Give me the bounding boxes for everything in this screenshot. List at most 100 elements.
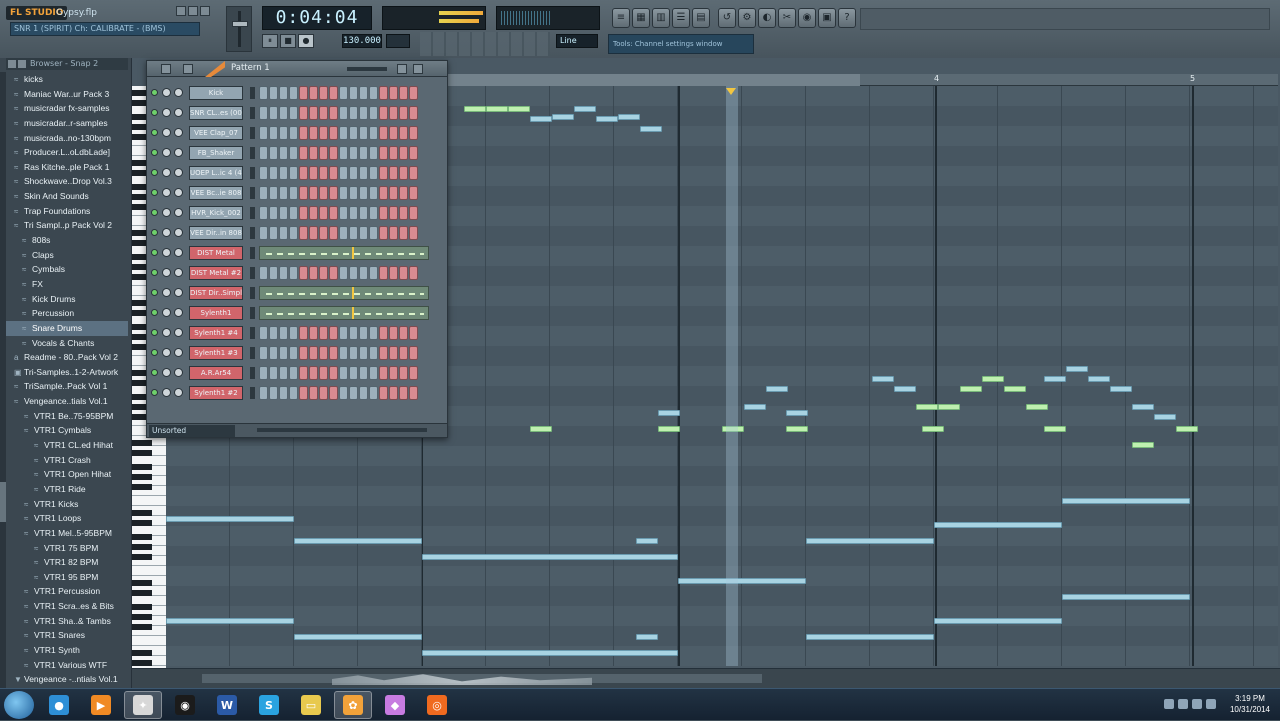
step-button[interactable] [379, 266, 388, 280]
step-button[interactable] [329, 366, 338, 380]
channel-select-toggle[interactable] [250, 147, 255, 159]
browser-item[interactable]: ≈ Vengeance..tials Vol.1 [6, 394, 128, 409]
browser-item[interactable]: ≈ VTR1 Kicks [6, 497, 128, 512]
step-button[interactable] [359, 366, 368, 380]
step-button[interactable] [259, 366, 268, 380]
step-button[interactable] [269, 326, 278, 340]
channel-volume-knob[interactable] [174, 328, 183, 337]
step-button[interactable] [389, 206, 398, 220]
piano-roll-note[interactable] [1044, 376, 1066, 382]
step-button[interactable] [319, 226, 328, 240]
browser-item[interactable]: ≈ VTR1 Percussion [6, 584, 128, 599]
channel-volume-knob[interactable] [174, 268, 183, 277]
step-button[interactable] [359, 226, 368, 240]
piano-roll-note[interactable] [916, 404, 938, 410]
piano-roll-note[interactable] [1066, 366, 1088, 372]
rack-scrollbar[interactable] [257, 428, 427, 432]
step-button[interactable] [279, 206, 288, 220]
step-button[interactable] [389, 266, 398, 280]
piano-roll-icon[interactable]: ▥ [652, 8, 670, 28]
channel-volume-knob[interactable] [174, 388, 183, 397]
piano-roll-note[interactable] [658, 426, 680, 432]
step-button[interactable] [269, 86, 278, 100]
step-button[interactable] [359, 86, 368, 100]
step-button[interactable] [399, 226, 408, 240]
piano-roll-scroll[interactable] [448, 74, 860, 86]
piano-roll-note[interactable] [508, 106, 530, 112]
step-button[interactable] [369, 186, 378, 200]
step-button[interactable] [379, 106, 388, 120]
close-icon[interactable] [200, 6, 210, 16]
browser-item[interactable]: ≈ Shockwave..Drop Vol.3 [6, 174, 128, 189]
record-icon[interactable]: ◉ [798, 8, 816, 28]
browser-item[interactable]: ≈ VTR1 Cymbals [6, 423, 128, 438]
channel-name-button[interactable]: DIST Metal #2 [189, 266, 243, 280]
piano-roll-note[interactable] [530, 426, 552, 432]
piano-roll-note[interactable] [786, 426, 808, 432]
step-button[interactable] [299, 126, 308, 140]
step-button[interactable] [389, 226, 398, 240]
channel-mute-led[interactable] [151, 269, 158, 276]
step-button[interactable] [359, 186, 368, 200]
step-button[interactable] [379, 386, 388, 400]
piano-roll-note[interactable] [766, 386, 788, 392]
browser-item[interactable]: ≈ Vocals & Chants [6, 336, 128, 351]
browser-item[interactable]: a Readme - 80..Pack Vol 2 [6, 350, 128, 365]
channel-name-button[interactable]: A.R.Ar54 [189, 366, 243, 380]
step-button[interactable] [319, 106, 328, 120]
browser-item[interactable]: ≈ VTR1 Synth [6, 643, 128, 658]
step-button[interactable] [299, 266, 308, 280]
playlist-icon[interactable]: ▦ [632, 8, 650, 28]
step-button[interactable] [279, 166, 288, 180]
channel-name-button[interactable]: HVR_Kick_002 [189, 206, 243, 220]
step-button[interactable] [299, 206, 308, 220]
step-button[interactable] [369, 266, 378, 280]
tray-arrow-icon[interactable] [1164, 699, 1174, 709]
step-button[interactable] [259, 86, 268, 100]
step-button[interactable] [289, 206, 298, 220]
start-button[interactable] [4, 691, 34, 719]
browser-item[interactable]: ≈ Skin And Sounds [6, 189, 128, 204]
browser-item[interactable]: ≈ kicks [6, 72, 128, 87]
channel-volume-knob[interactable] [174, 288, 183, 297]
step-button[interactable] [349, 386, 358, 400]
channel-volume-knob[interactable] [174, 108, 183, 117]
channel-row[interactable]: SNR CL..es (001) [147, 103, 447, 123]
step-button[interactable] [379, 226, 388, 240]
channel-name-button[interactable]: Sylenth1 #4 [189, 326, 243, 340]
tray-flag-icon[interactable] [1178, 699, 1188, 709]
step-button[interactable] [389, 86, 398, 100]
channel-mute-led[interactable] [151, 149, 158, 156]
volume-handle[interactable] [232, 21, 248, 27]
step-button[interactable] [359, 206, 368, 220]
step-button[interactable] [389, 346, 398, 360]
step-button[interactable] [329, 326, 338, 340]
step-button[interactable] [289, 226, 298, 240]
step-button[interactable] [369, 226, 378, 240]
channel-select-toggle[interactable] [250, 387, 255, 399]
master-volume-slider[interactable] [226, 6, 252, 52]
channel-name-button[interactable]: FB_Shaker [189, 146, 243, 160]
step-button[interactable] [369, 106, 378, 120]
piano-roll-note[interactable] [166, 516, 294, 522]
browser-item[interactable]: ≈ musicrada..no-130bpm [6, 131, 128, 146]
step-button[interactable] [269, 106, 278, 120]
channel-volume-knob[interactable] [174, 148, 183, 157]
piano-roll-note[interactable] [422, 554, 678, 560]
channel-volume-knob[interactable] [174, 88, 183, 97]
step-button[interactable] [409, 346, 418, 360]
piano-roll-note[interactable] [1026, 404, 1048, 410]
step-button[interactable] [399, 126, 408, 140]
step-button[interactable] [299, 186, 308, 200]
step-button[interactable] [319, 166, 328, 180]
taskbar-app-paint[interactable]: ✦ [124, 691, 162, 719]
stop-button[interactable]: ■ [280, 34, 296, 48]
undo-icon[interactable]: ↺ [718, 8, 736, 28]
browser-item[interactable]: ≈ VTR1 Loops [6, 511, 128, 526]
browser-item[interactable]: ≈ musicradar fx-samples [6, 101, 128, 116]
taskbar-app-skype[interactable]: S [250, 691, 288, 719]
step-button[interactable] [309, 86, 318, 100]
step-button[interactable] [309, 226, 318, 240]
channel-select-toggle[interactable] [250, 327, 255, 339]
taskbar-app-steam[interactable]: ◉ [166, 691, 204, 719]
